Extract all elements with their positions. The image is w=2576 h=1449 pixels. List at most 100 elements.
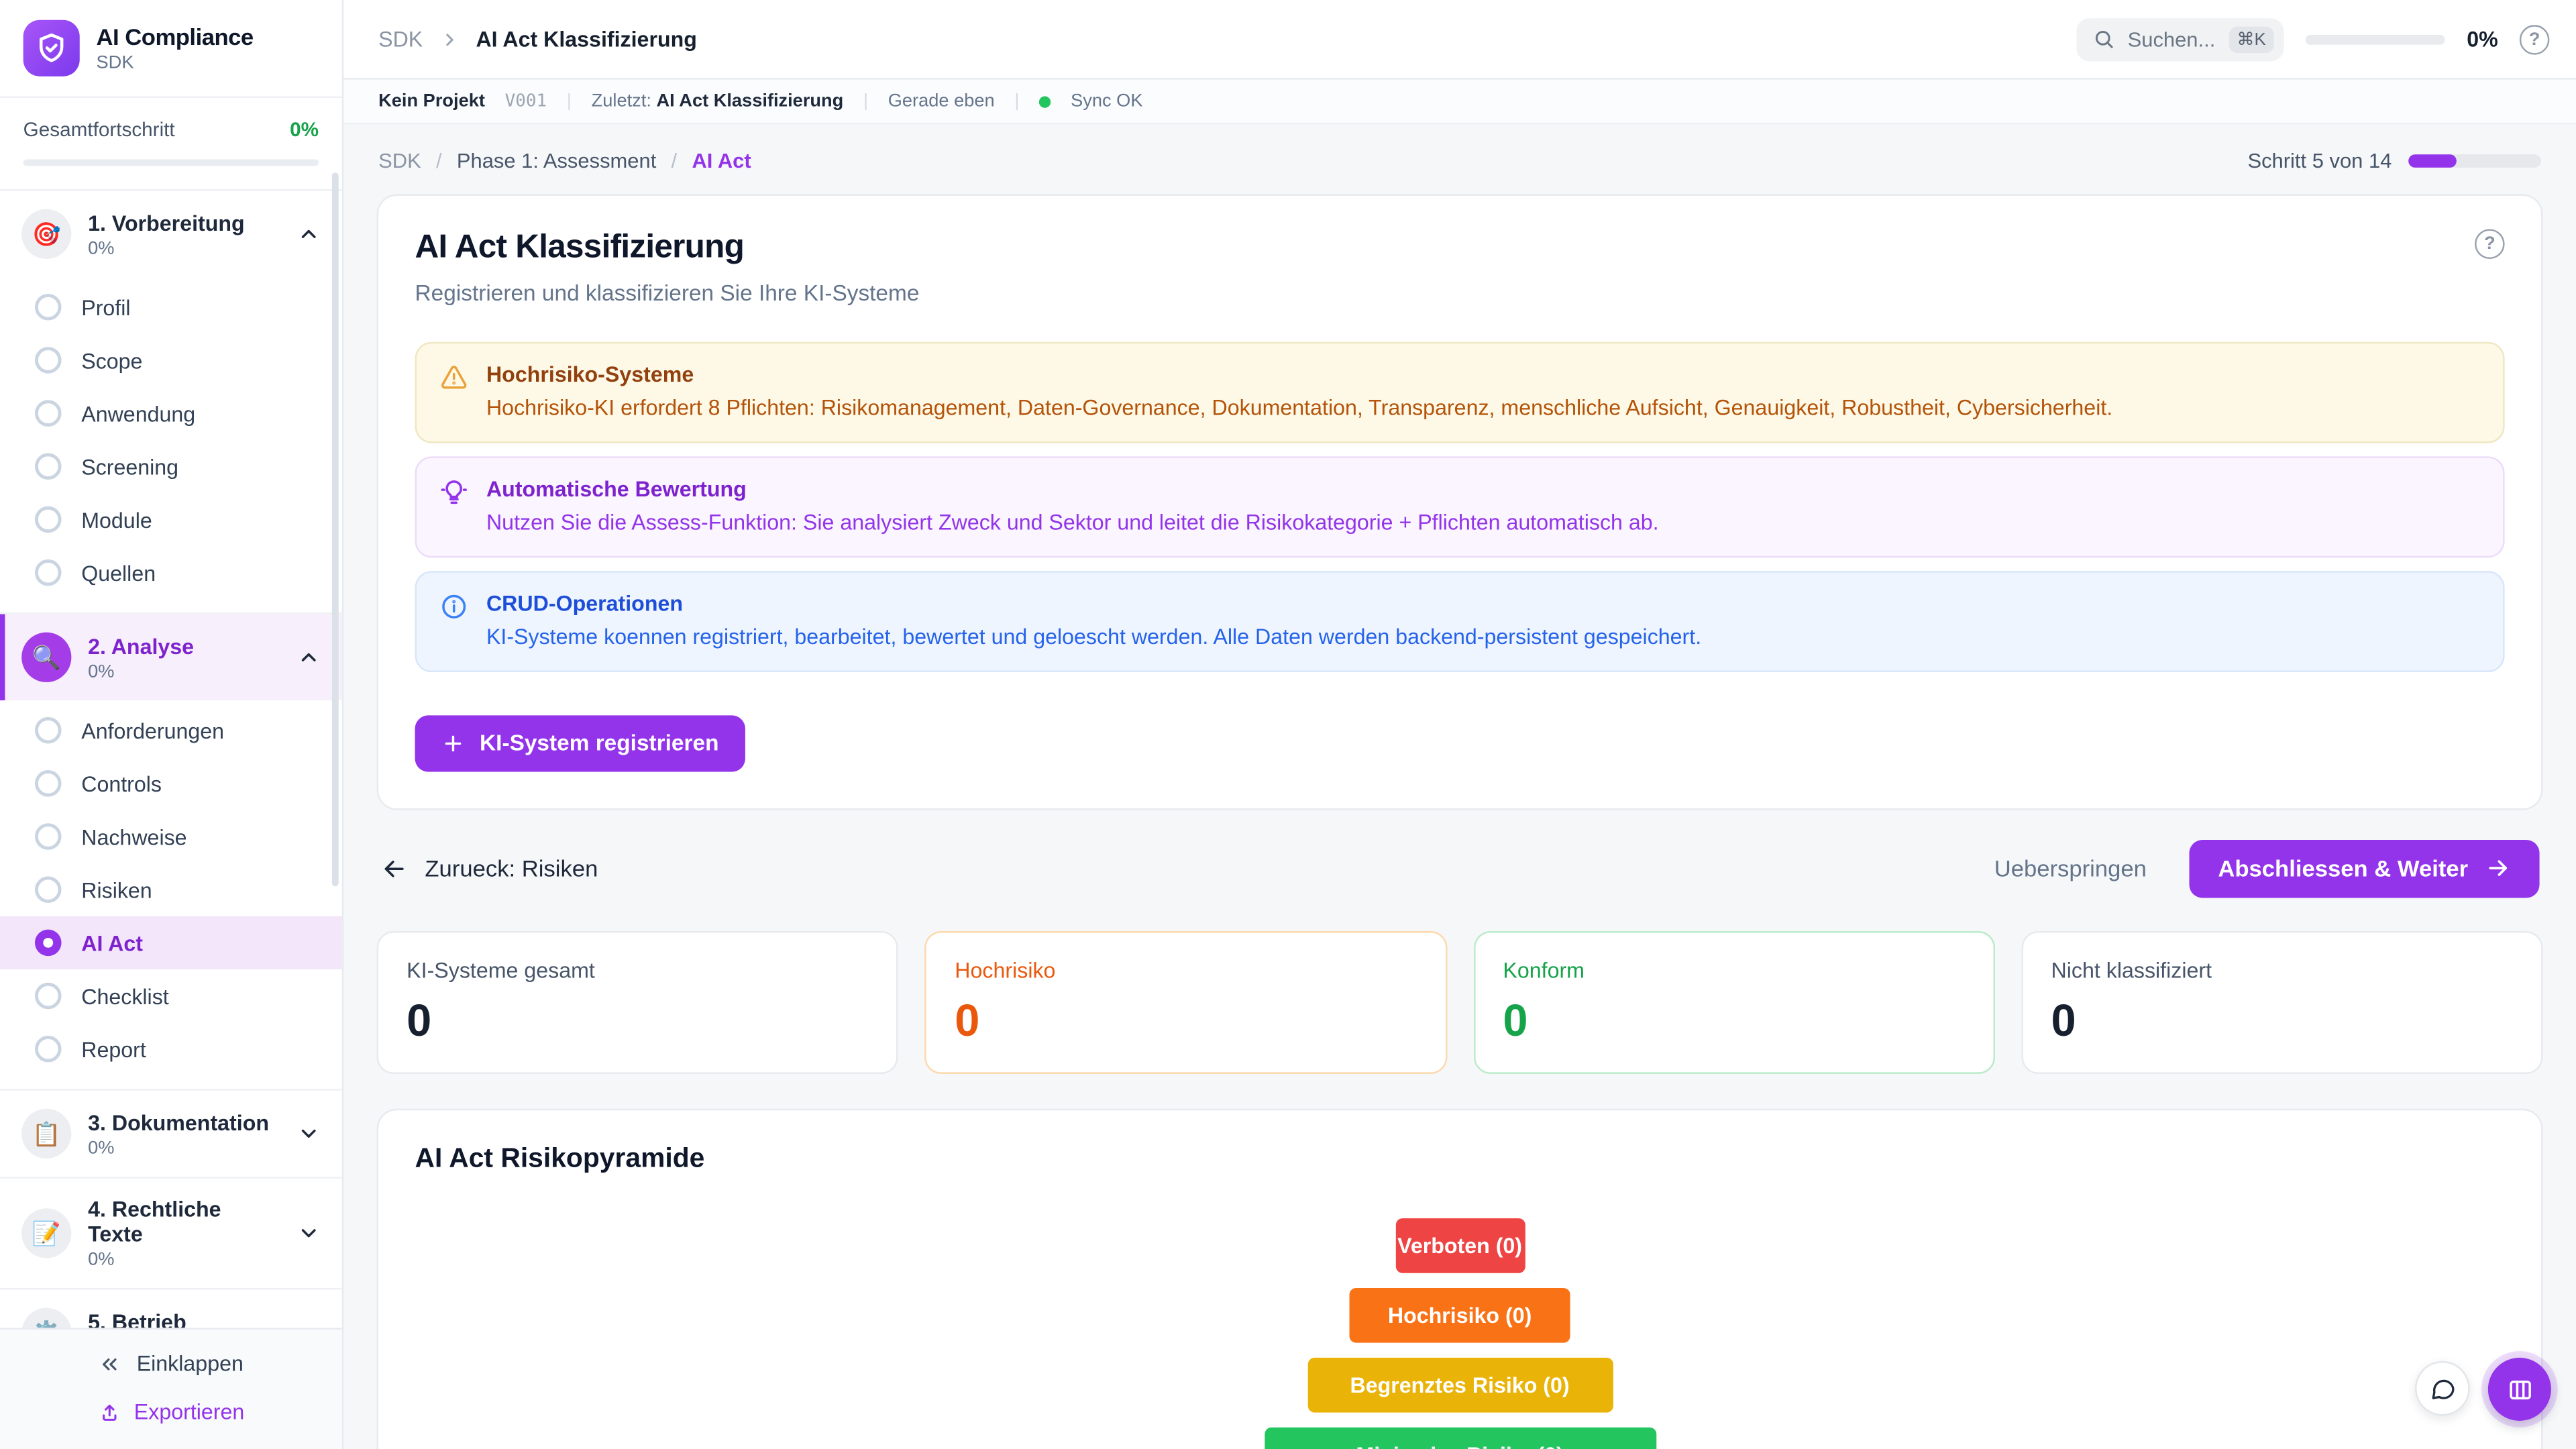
export-button[interactable]: Exportieren	[97, 1399, 244, 1424]
crumb-separator: /	[436, 150, 442, 173]
topbar-progress-value: 0%	[2467, 27, 2498, 52]
section-vorbereitung: 🎯 1. Vorbereitung 0% Profil Scope Anwend…	[0, 191, 342, 612]
collapse-sidebar-button[interactable]: Einklappen	[99, 1351, 244, 1376]
chevron-down-icon[interactable]	[297, 1321, 321, 1328]
step-circle-icon	[35, 876, 62, 903]
crumb-root[interactable]: SDK	[378, 150, 421, 173]
skip-button[interactable]: Ueberspringen	[1994, 855, 2147, 882]
export-label: Exportieren	[134, 1399, 244, 1424]
sidebar-item-label: Report	[81, 1036, 146, 1061]
pyramid-title: AI Act Risikopyramide	[415, 1143, 2505, 1175]
section-header-rechtliche-texte[interactable]: 📝 4. Rechtliche Texte 0%	[0, 1179, 342, 1288]
crumb-phase[interactable]: Phase 1: Assessment	[457, 150, 656, 173]
infobox-body: KI-Systeme koennen registriert, bearbeit…	[486, 624, 1701, 652]
infobox-title: CRUD-Operationen	[486, 590, 1701, 615]
breadcrumb: SDK AI Act Klassifizierung	[378, 27, 697, 52]
section-header-analyse[interactable]: 🔍 2. Analyse 0%	[0, 614, 342, 700]
info-boxes: Hochrisiko-Systeme Hochrisiko-KI erforde…	[415, 342, 2505, 672]
sidebar-item-screening[interactable]: Screening	[0, 440, 342, 493]
sidebar-item-label: Scope	[81, 347, 142, 372]
sidebar-item-profil[interactable]: Profil	[0, 280, 342, 333]
section-header-betrieb[interactable]: ⚙️ 5. Betrieb 0%	[0, 1289, 342, 1328]
chevron-down-icon[interactable]	[297, 1122, 321, 1146]
sidebar-scrollbar[interactable]	[332, 172, 339, 886]
card-help-icon[interactable]: ?	[2475, 229, 2505, 259]
sidebar-item-scope[interactable]: Scope	[0, 333, 342, 386]
divider: |	[863, 91, 868, 111]
section-title: 5. Betrieb	[88, 1309, 186, 1328]
page-breadcrumb: SDK / Phase 1: Assessment / AI Act	[378, 150, 751, 173]
memo-icon: 📝	[21, 1208, 71, 1258]
stat-card-hochrisiko: Hochrisiko 0	[925, 930, 1447, 1073]
arrow-left-icon	[380, 854, 409, 882]
last-action-label: Zuletzt:	[592, 91, 651, 111]
register-ki-system-button[interactable]: KI-System registrieren	[415, 715, 746, 771]
infobox-title: Hochrisiko-Systeme	[486, 362, 2112, 386]
stat-card-konform: Konform 0	[1473, 930, 1995, 1073]
step-progress-fill	[2408, 154, 2456, 168]
sidebar-item-risiken[interactable]: Risiken	[0, 863, 342, 916]
board-panel-button[interactable]	[2488, 1358, 2551, 1421]
chevron-up-icon[interactable]	[297, 645, 321, 669]
breadcrumb-root[interactable]: SDK	[378, 27, 423, 52]
stat-label: Konform	[1503, 957, 1964, 982]
section-title: 3. Dokumentation	[88, 1110, 269, 1134]
back-button[interactable]: Zurueck: Risiken	[380, 854, 598, 882]
help-icon[interactable]: ?	[2520, 24, 2550, 54]
main-area: SDK AI Act Klassifizierung Suchen... ⌘K …	[343, 0, 2576, 1449]
section-header-dokumentation[interactable]: 📋 3. Dokumentation 0%	[0, 1091, 342, 1177]
section-progress: 0%	[88, 238, 245, 258]
step-label: Schritt 5 von 14	[2247, 150, 2392, 173]
tip-infobox: Automatische Bewertung Nutzen Sie die As…	[415, 456, 2505, 557]
section-header-vorbereitung[interactable]: 🎯 1. Vorbereitung 0%	[0, 191, 342, 278]
last-action-value: AI Act Klassifizierung	[657, 91, 844, 111]
app-header: AI Compliance SDK	[0, 0, 342, 98]
sidebar-item-report[interactable]: Report	[0, 1022, 342, 1075]
overall-progress: Gesamtfortschritt 0%	[0, 98, 342, 191]
arrow-right-icon	[2485, 855, 2512, 882]
last-time: Gerade eben	[888, 91, 995, 111]
app-subtitle: SDK	[97, 53, 254, 73]
section-rechtliche-texte: 📝 4. Rechtliche Texte 0%	[0, 1177, 342, 1288]
sidebar-item-controls[interactable]: Controls	[0, 757, 342, 810]
content-area: SDK / Phase 1: Assessment / AI Act Schri…	[343, 125, 2576, 1449]
sidebar-item-anforderungen[interactable]: Anforderungen	[0, 704, 342, 757]
app-title: AI Compliance	[97, 23, 254, 50]
upload-icon	[97, 1400, 121, 1424]
chevron-up-icon[interactable]	[297, 223, 321, 246]
sync-status-dot	[1039, 95, 1051, 107]
page-breadcrumb-row: SDK / Phase 1: Assessment / AI Act Schri…	[378, 150, 2541, 173]
project-status: Kein Projekt	[378, 91, 485, 111]
info-circle-icon	[440, 592, 468, 652]
sidebar-item-nachweise[interactable]: Nachweise	[0, 810, 342, 863]
stat-card-total: KI-Systeme gesamt 0	[377, 930, 899, 1073]
sync-status: Sync OK	[1071, 91, 1142, 111]
sidebar-nav: 🎯 1. Vorbereitung 0% Profil Scope Anwend…	[0, 191, 342, 1328]
infobox-body: Nutzen Sie die Assess-Funktion: Sie anal…	[486, 509, 1659, 537]
clipboard-icon: 📋	[21, 1109, 71, 1159]
infobox-body: Hochrisiko-KI erfordert 8 Pflichten: Ris…	[486, 395, 2112, 423]
active-radio-icon	[35, 930, 62, 957]
section-title: 1. Vorbereitung	[88, 210, 245, 235]
sidebar-item-checklist[interactable]: Checklist	[0, 969, 342, 1022]
stat-label: Nicht klassifiziert	[2051, 957, 2513, 982]
topbar: SDK AI Act Klassifizierung Suchen... ⌘K …	[343, 0, 2576, 80]
divider: |	[1014, 91, 1019, 111]
warning-infobox: Hochrisiko-Systeme Hochrisiko-KI erforde…	[415, 342, 2505, 443]
chat-button[interactable]	[2415, 1361, 2470, 1416]
target-icon: 🎯	[21, 209, 71, 259]
info-infobox: CRUD-Operationen KI-Systeme koennen regi…	[415, 571, 2505, 672]
sidebar-item-module[interactable]: Module	[0, 493, 342, 546]
crumb-separator: /	[672, 150, 678, 173]
stat-value: 0	[2051, 996, 2513, 1047]
complete-next-button[interactable]: Abschliessen & Weiter	[2190, 839, 2539, 898]
warning-triangle-icon	[440, 364, 468, 423]
sidebar-item-anwendung[interactable]: Anwendung	[0, 386, 342, 439]
section-progress: 0%	[88, 1138, 269, 1158]
page-subtitle: Registrieren und klassifizieren Sie Ihre…	[415, 280, 920, 305]
chevron-down-icon[interactable]	[297, 1222, 321, 1245]
risk-pyramid-card: AI Act Risikopyramide Verboten (0) Hochr…	[377, 1108, 2543, 1449]
sidebar-item-ai-act[interactable]: AI Act	[0, 916, 342, 969]
search-input[interactable]: Suchen... ⌘K	[2076, 17, 2284, 60]
sidebar-item-quellen[interactable]: Quellen	[0, 546, 342, 599]
